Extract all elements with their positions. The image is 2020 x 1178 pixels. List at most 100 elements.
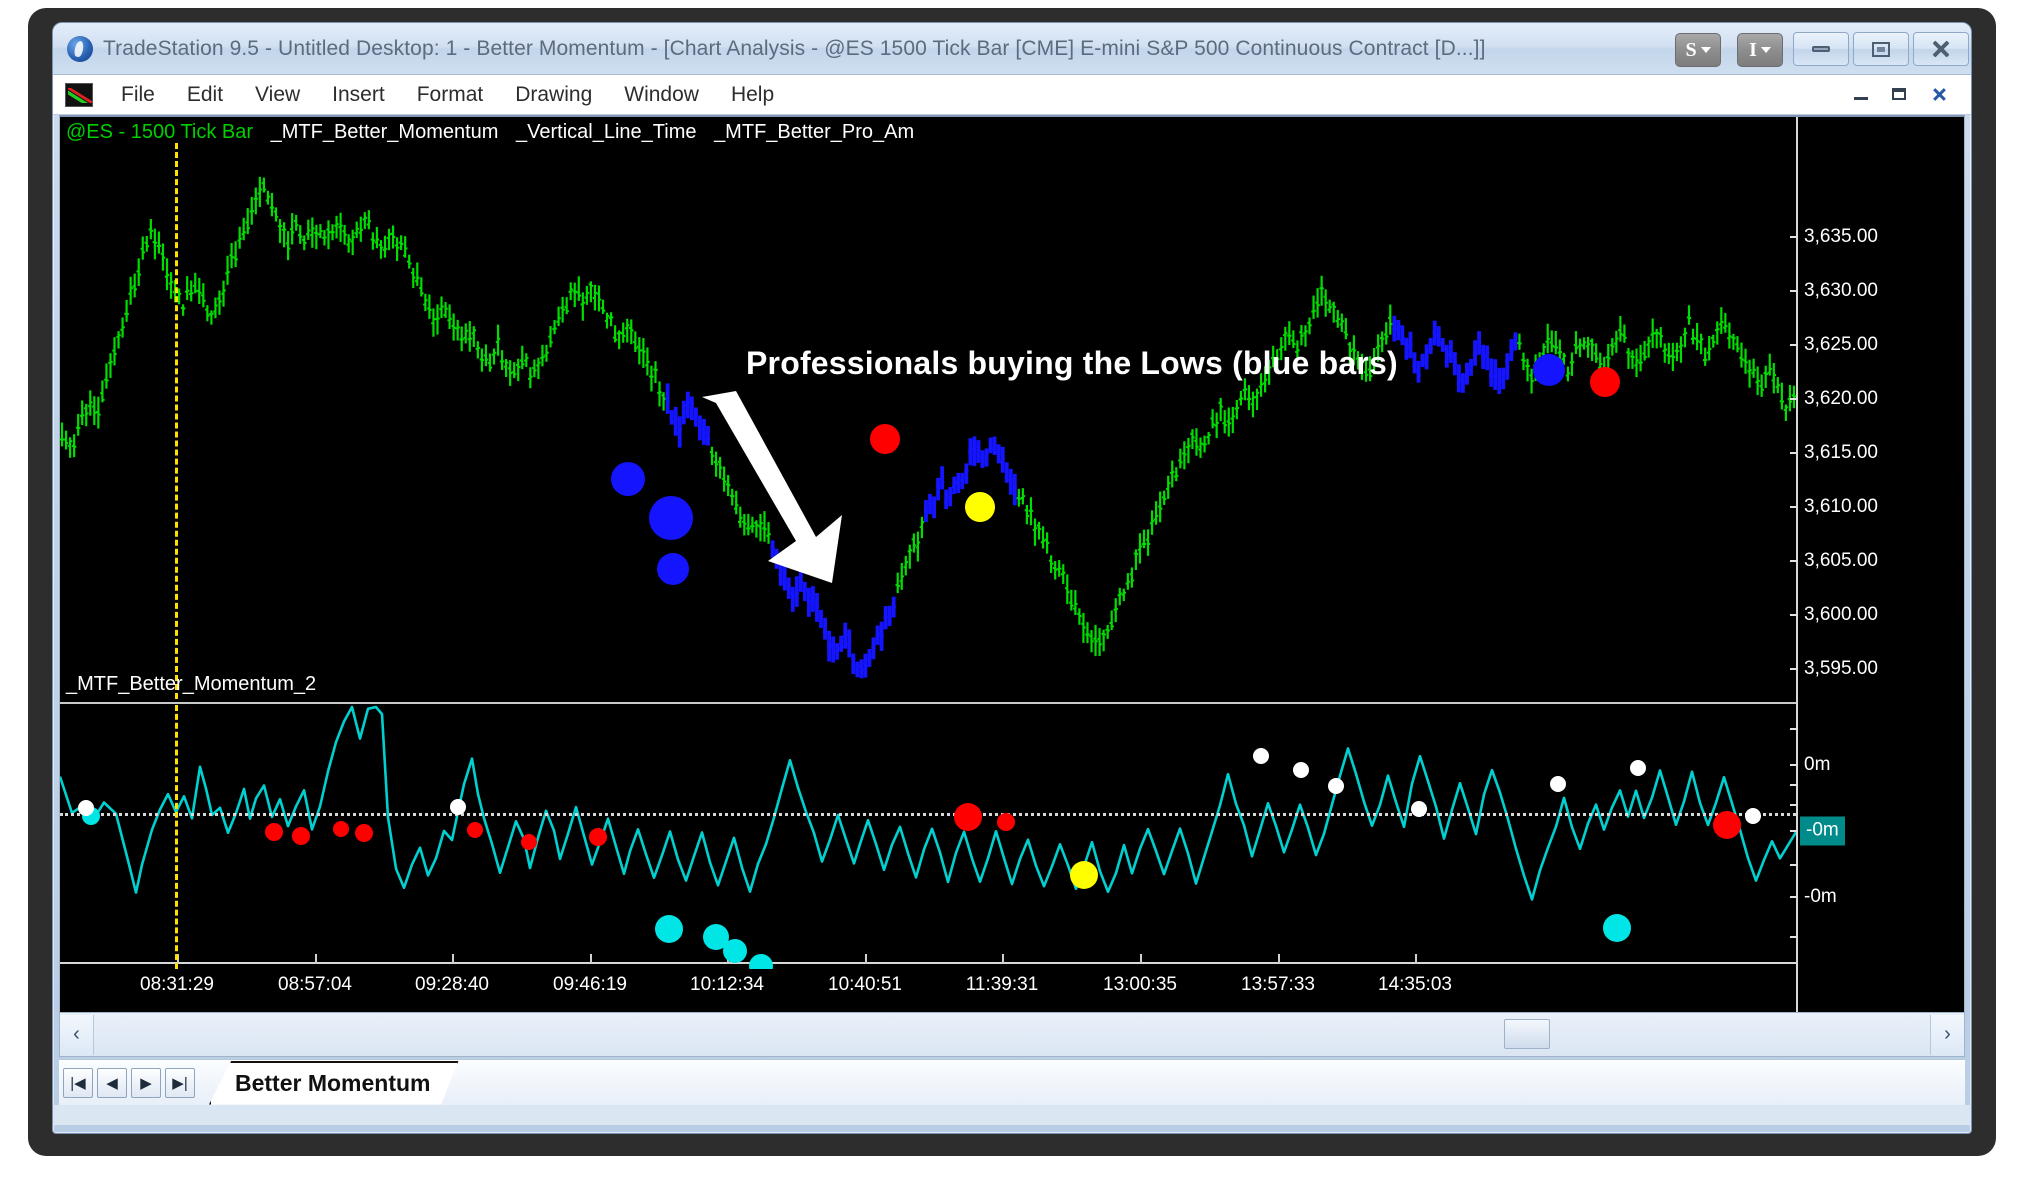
legend-indicator-pro-am[interactable]: _MTF_Better_Pro_Am <box>714 121 914 143</box>
legend-indicator-momentum[interactable]: _MTF_Better_Momentum <box>271 121 499 143</box>
marker-dot-sell <box>589 828 608 846</box>
screenshot-root: TradeStation 9.5 - Untitled Desktop: 1 -… <box>0 0 2020 1178</box>
document-close-button[interactable] <box>1925 81 1953 107</box>
marker-dot-white <box>1327 777 1344 794</box>
menu-item-file[interactable]: File <box>105 79 171 111</box>
time-axis-label: 10:40:51 <box>828 974 902 995</box>
price-axis-label: 3,620.00 <box>1804 388 1878 409</box>
price-axis-label: 3,595.00 <box>1804 658 1878 679</box>
momentum-pane[interactable] <box>60 705 1796 969</box>
menu-item-format[interactable]: Format <box>401 79 500 111</box>
legend-symbol[interactable]: @ES - 1500 Tick Bar <box>66 121 253 143</box>
momentum-axis-label: -0m <box>1800 816 1845 846</box>
annotation-arrow-icon <box>702 391 842 583</box>
tradestation-window: TradeStation 9.5 - Untitled Desktop: 1 -… <box>52 22 1972 1134</box>
document-minimize-button[interactable] <box>1847 81 1875 107</box>
price-axis-label: 3,600.00 <box>1804 604 1878 625</box>
marker-dot-cyan <box>723 938 748 963</box>
time-axis-label: 13:57:33 <box>1241 974 1315 995</box>
marker-dot-sell <box>520 834 537 851</box>
marker-dot-sell <box>264 822 283 841</box>
window-maximize-button[interactable] <box>1853 32 1909 66</box>
marker-dot-neutral <box>1070 861 1099 890</box>
momentum-axis-tick <box>1790 764 1798 766</box>
tab-next-button[interactable]: ▶ <box>131 1067 161 1098</box>
scroll-right-button[interactable]: › <box>1930 1014 1964 1055</box>
time-axis[interactable]: 08:31:29 08:57:04 09:28:40 09:46:19 10:12:34… <box>60 954 1796 1010</box>
subpane-indicator-label[interactable]: _MTF_Better_Momentum_2 <box>66 673 316 696</box>
chart-app-icon <box>65 82 93 107</box>
time-axis-tick <box>1278 954 1280 964</box>
price-axis-label: 3,625.00 <box>1804 334 1878 355</box>
interval-dropdown-button[interactable]: I <box>1737 33 1783 67</box>
price-axis-label: 3,630.00 <box>1804 280 1878 301</box>
status-bar <box>53 1105 1971 1125</box>
document-restore-button[interactable] <box>1885 81 1913 107</box>
price-axis-tick <box>1790 560 1798 562</box>
vertical-time-line <box>175 705 178 969</box>
price-axis-label: 3,610.00 <box>1804 496 1878 517</box>
horizontal-scrollbar[interactable]: ‹ › <box>60 1012 1964 1056</box>
time-axis-label: 14:35:03 <box>1378 974 1452 995</box>
menu-item-edit[interactable]: Edit <box>171 79 239 111</box>
price-scale-axis[interactable]: 3,635.00 3,630.00 3,625.00 3,620.00 3,615.00… <box>1790 117 1878 1056</box>
menu-item-drawing[interactable]: Drawing <box>499 79 608 111</box>
menu-item-window[interactable]: Window <box>608 79 715 111</box>
restore-icon <box>1892 88 1906 100</box>
marker-dot-sell <box>997 813 1016 832</box>
menu-item-help[interactable]: Help <box>715 79 790 111</box>
marker-dot-white <box>1630 760 1647 777</box>
momentum-axis-tick <box>1790 804 1798 806</box>
tradestation-logo-icon <box>67 35 93 62</box>
chart-legend: @ES - 1500 Tick Bar _MTF_Better_Momentum… <box>66 121 914 144</box>
time-axis-tick <box>1002 954 1004 964</box>
symbol-dropdown-button[interactable]: S <box>1675 33 1721 67</box>
price-axis-tick <box>1790 236 1798 238</box>
marker-dot-cyan <box>1603 914 1632 943</box>
marker-dot-white <box>1411 801 1428 818</box>
chevron-down-icon <box>1700 47 1711 53</box>
menu-bar: File Edit View Insert Format Drawing Win… <box>53 75 1971 115</box>
tab-last-button[interactable]: ▶| <box>165 1067 195 1098</box>
marker-dot-sell <box>1712 811 1741 840</box>
time-axis-tick <box>1140 954 1142 964</box>
chart-canvas[interactable]: @ES - 1500 Tick Bar _MTF_Better_Momentum… <box>59 115 1965 1057</box>
title-bar: TradeStation 9.5 - Untitled Desktop: 1 -… <box>53 23 1971 75</box>
legend-indicator-vline[interactable]: _Vertical_Line_Time <box>516 121 696 143</box>
price-axis-tick <box>1790 398 1798 400</box>
price-axis-tick <box>1790 614 1798 616</box>
momentum-axis-tick <box>1790 864 1798 866</box>
price-axis-tick <box>1790 728 1798 730</box>
scrollbar-thumb[interactable] <box>1504 1019 1550 1049</box>
price-bars-plot <box>60 176 1796 679</box>
tab-prev-button[interactable]: ◀ <box>97 1067 127 1098</box>
price-pane[interactable] <box>60 143 1796 699</box>
menu-item-insert[interactable]: Insert <box>316 79 401 111</box>
marker-dot-sell <box>953 803 982 832</box>
minimize-icon <box>1812 46 1830 52</box>
price-axis-tick <box>1790 784 1798 786</box>
tab-first-button[interactable]: |◀ <box>63 1067 93 1098</box>
price-axis-tick <box>1790 668 1798 670</box>
maximize-icon <box>1872 41 1890 57</box>
time-axis-label: 13:00:35 <box>1103 974 1177 995</box>
window-minimize-button[interactable] <box>1793 32 1849 66</box>
momentum-line-plot <box>60 705 1796 901</box>
price-axis-label: 3,615.00 <box>1804 442 1878 463</box>
price-axis-tick <box>1790 452 1798 454</box>
marker-dot-sell <box>354 824 373 843</box>
vertical-time-line <box>175 143 178 699</box>
marker-dot-buy <box>649 496 694 541</box>
time-axis-label: 09:28:40 <box>415 974 489 995</box>
tab-better-momentum[interactable]: Better Momentum <box>209 1060 459 1105</box>
marker-dot-sell <box>466 822 483 839</box>
pane-divider[interactable] <box>60 702 1796 704</box>
time-axis-label: 08:31:29 <box>140 974 214 995</box>
menu-item-view[interactable]: View <box>239 79 316 111</box>
marker-dot-white <box>1550 776 1567 793</box>
marker-dot-white <box>1744 807 1761 824</box>
momentum-axis-tick <box>1790 936 1798 938</box>
scroll-left-button[interactable]: ‹ <box>60 1014 94 1055</box>
window-close-button[interactable] <box>1913 32 1969 66</box>
marker-dot-white <box>78 799 95 816</box>
